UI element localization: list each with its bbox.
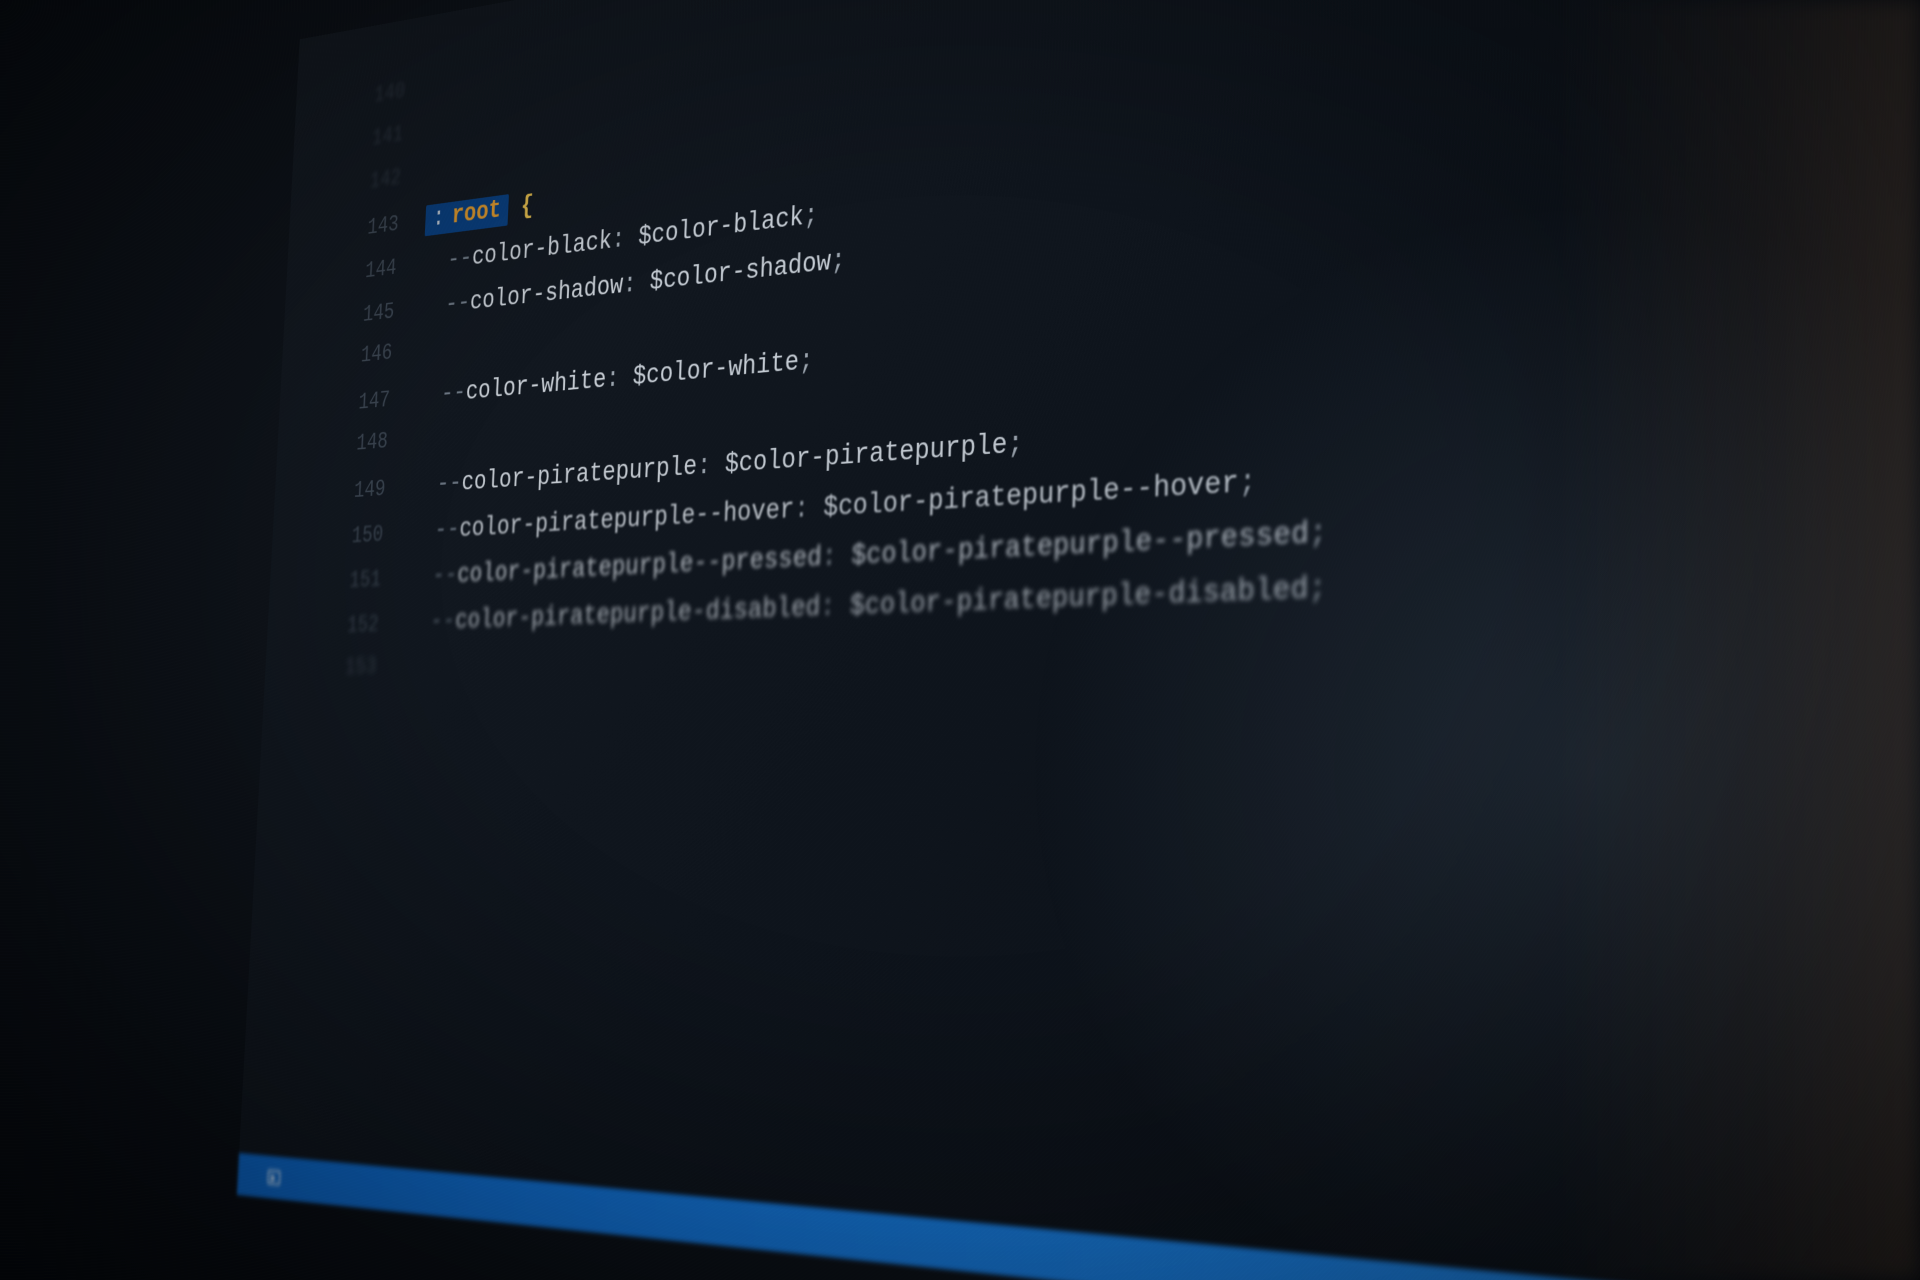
token — [412, 470, 438, 502]
token: color-piratepurple-disabled — [454, 591, 820, 636]
token — [410, 516, 436, 548]
token: -- — [434, 514, 460, 546]
screen-photo: 140141142143:root {144 --color-black: $c… — [0, 0, 1920, 1280]
token: -- — [432, 560, 458, 592]
token: ; — [798, 345, 813, 379]
token: color-shadow — [469, 270, 623, 318]
token: : — [794, 491, 824, 526]
token: ; — [830, 245, 846, 279]
token: : — [428, 202, 449, 235]
status-cursor[interactable]: Ln 143, Col 1 — [1450, 1275, 1621, 1280]
token: : — [606, 362, 634, 396]
token: color-white — [465, 365, 607, 408]
token — [423, 246, 449, 278]
token: color-piratepurple — [461, 451, 698, 499]
token: -- — [447, 243, 473, 276]
token — [420, 291, 446, 323]
token: $color-piratepurple-disabled — [849, 571, 1308, 623]
selection-highlight: :root — [425, 194, 509, 236]
status-bar[interactable]: Ln 143, Col 1 Spaces: 4 UTF-8 LF SCSS — [237, 1153, 1920, 1280]
line-number: 152 — [267, 604, 407, 649]
token — [416, 380, 442, 412]
terminal-icon[interactable] — [267, 1170, 280, 1186]
token: ; — [1309, 515, 1327, 553]
token: : — [696, 449, 725, 483]
token: -- — [430, 606, 456, 638]
perspective-frame: 140141142143:root {144 --color-black: $c… — [237, 0, 1920, 1280]
line-number: 149 — [274, 468, 414, 517]
token: $color-white — [632, 346, 799, 393]
code-editor[interactable]: 140141142143:root {144 --color-black: $c… — [237, 0, 1920, 1280]
token: -- — [440, 378, 466, 410]
token: : — [820, 590, 851, 625]
token: : — [622, 267, 650, 301]
token: : — [611, 222, 639, 256]
line-number: 153 — [264, 646, 404, 689]
token: ; — [1007, 427, 1024, 462]
token: : — [821, 540, 852, 575]
token: -- — [436, 469, 462, 501]
token: root — [447, 195, 505, 234]
token: ; — [1308, 571, 1326, 609]
token: -- — [445, 288, 471, 321]
token — [405, 607, 431, 638]
token: ; — [803, 200, 818, 234]
line-number: 151 — [269, 558, 409, 604]
token: { — [520, 191, 534, 223]
code-lines[interactable]: 140141142143:root {144 --color-black: $c… — [264, 0, 1920, 695]
line-number: 150 — [271, 513, 411, 560]
token: ; — [1239, 464, 1257, 501]
token — [407, 561, 433, 592]
